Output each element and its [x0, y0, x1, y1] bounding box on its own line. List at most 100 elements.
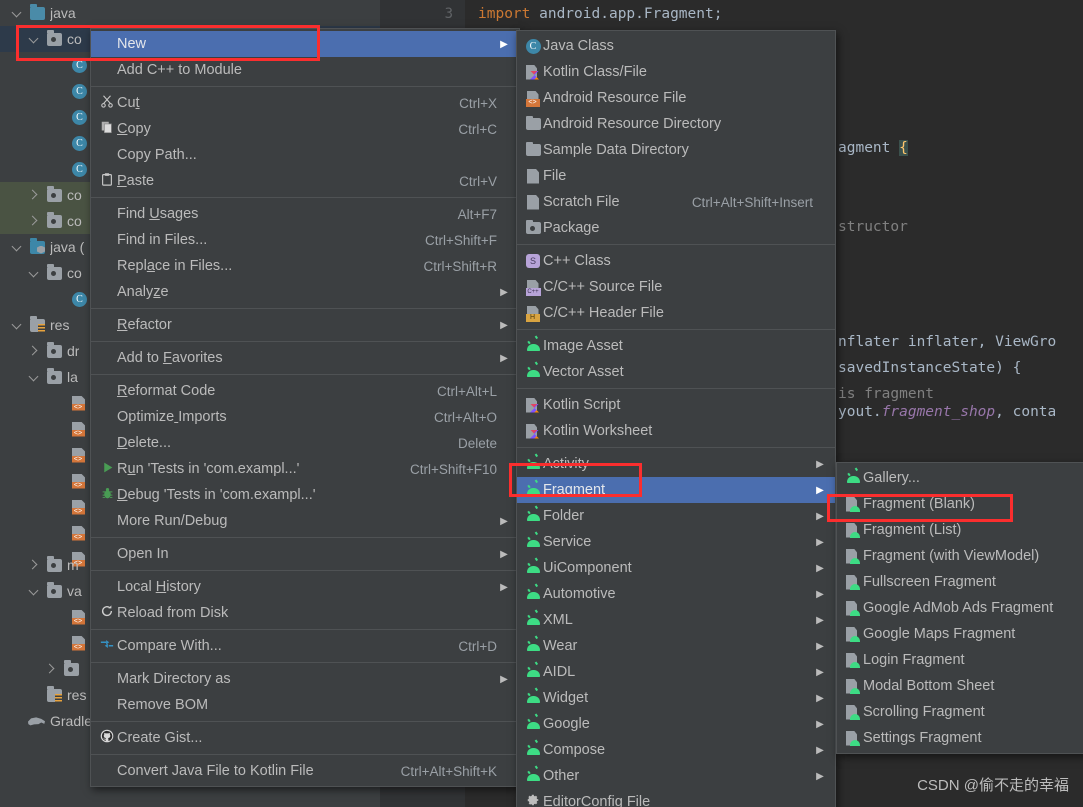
- menu-item-kotlin-class-file[interactable]: Kotlin Class/File: [517, 59, 835, 85]
- menu-item-google-maps-fragment[interactable]: Google Maps Fragment: [837, 621, 1083, 647]
- menu-item-fragment-blank[interactable]: Fragment (Blank): [837, 491, 1083, 517]
- tree-row[interactable]: java: [0, 0, 380, 26]
- menu-item-scratch-file[interactable]: Scratch File Ctrl+Alt+Shift+Insert: [517, 189, 835, 215]
- menu-item-create-gist[interactable]: Create Gist...: [91, 725, 519, 751]
- chevron-down-icon[interactable]: [27, 370, 41, 384]
- chevron-right-icon[interactable]: [27, 344, 41, 358]
- java-class-icon: C: [72, 135, 87, 151]
- menu-item-image-asset[interactable]: Image Asset: [517, 333, 835, 359]
- menu-item-copy[interactable]: Copy Ctrl+C: [91, 116, 519, 142]
- file-icon: [527, 168, 539, 184]
- menu-item-paste[interactable]: Paste Ctrl+V: [91, 168, 519, 194]
- menu-item-folder[interactable]: Folder ▶: [517, 503, 835, 529]
- menu-item-c-c-header-file[interactable]: C/C++ Header File: [517, 300, 835, 326]
- menu-item-file[interactable]: File: [517, 163, 835, 189]
- menu-item-remove-bom[interactable]: Remove BOM: [91, 692, 519, 718]
- chevron-down-icon[interactable]: [10, 6, 24, 20]
- menu-item-fragment-list[interactable]: Fragment (List): [837, 517, 1083, 543]
- menu-item-label: Analyze: [117, 284, 169, 300]
- menu-item-fragment[interactable]: Fragment ▶: [517, 477, 835, 503]
- menu-item-kotlin-worksheet[interactable]: Kotlin Worksheet: [517, 418, 835, 444]
- menu-item-java-class[interactable]: C Java Class: [517, 33, 835, 59]
- new-submenu[interactable]: CJava Class Kotlin Class/File Android Reso…: [516, 30, 836, 807]
- java-class-icon: C: [72, 109, 87, 125]
- menu-item-cut[interactable]: Cut Ctrl+X: [91, 90, 519, 116]
- menu-item-vector-asset[interactable]: Vector Asset: [517, 359, 835, 385]
- menu-item-label: Wear: [543, 638, 578, 654]
- menu-item-icon-slot: [523, 368, 543, 377]
- menu-item-delete[interactable]: Delete... Delete: [91, 430, 519, 456]
- menu-item-compose[interactable]: Compose ▶: [517, 737, 835, 763]
- chevron-down-icon[interactable]: [27, 584, 41, 598]
- menu-item-shortcut: Ctrl+Alt+O: [433, 409, 497, 425]
- menu-item-c-c-source-file[interactable]: C/C++ Source File: [517, 274, 835, 300]
- menu-item-compare-with[interactable]: Compare With... Ctrl+D: [91, 633, 519, 659]
- menu-item-google-admob-ads-fragment[interactable]: Google AdMob Ads Fragment: [837, 595, 1083, 621]
- menu-item-mark-directory-as[interactable]: Mark Directory as ▶: [91, 666, 519, 692]
- menu-item-automotive[interactable]: Automotive ▶: [517, 581, 835, 607]
- run-icon: [101, 461, 114, 478]
- menu-item-modal-bottom-sheet[interactable]: Modal Bottom Sheet: [837, 673, 1083, 699]
- menu-item-shortcut: Ctrl+Shift+F: [424, 232, 497, 248]
- menu-item-aidl[interactable]: AIDL ▶: [517, 659, 835, 685]
- menu-item-reload-from-disk[interactable]: Reload from Disk: [91, 600, 519, 626]
- menu-item-c-class[interactable]: S C++ Class: [517, 248, 835, 274]
- menu-item-login-fragment[interactable]: Login Fragment: [837, 647, 1083, 673]
- menu-item-more-run-debug[interactable]: More Run/Debug ▶: [91, 508, 519, 534]
- chevron-down-icon[interactable]: [27, 266, 41, 280]
- android-resource-file-icon: [525, 91, 540, 107]
- menu-item-label: Fragment (Blank): [863, 496, 976, 512]
- menu-item-android-resource-file[interactable]: Android Resource File: [517, 85, 835, 111]
- menu-item-add-to-favorites[interactable]: Add to Favorites ▶: [91, 345, 519, 371]
- menu-item-activity[interactable]: Activity ▶: [517, 451, 835, 477]
- menu-item-replace-in-files[interactable]: Replace in Files... Ctrl+Shift+R: [91, 253, 519, 279]
- menu-item-uicomponent[interactable]: UiComponent ▶: [517, 555, 835, 581]
- menu-item-label: Remove BOM: [117, 697, 209, 713]
- menu-item-android-resource-directory[interactable]: Android Resource Directory: [517, 111, 835, 137]
- chevron-down-icon[interactable]: [27, 32, 41, 46]
- menu-item-run-tests-in-com-exampl[interactable]: Run 'Tests in 'com.exampl...' Ctrl+Shift+…: [91, 456, 519, 482]
- menu-item-package[interactable]: Package: [517, 215, 835, 241]
- menu-item-icon-slot: C: [523, 38, 543, 54]
- menu-item-optimize-imports[interactable]: Optimize Imports Ctrl+Alt+O: [91, 404, 519, 430]
- menu-item-debug-tests-in-com-exampl[interactable]: Debug 'Tests in 'com.exampl...': [91, 482, 519, 508]
- chevron-right-icon[interactable]: [27, 214, 41, 228]
- menu-item-kotlin-script[interactable]: Kotlin Script: [517, 392, 835, 418]
- chevron-right-icon[interactable]: [44, 662, 58, 676]
- file-context-menu[interactable]: New ▶ Add C++ to Module Cut Ctrl+X Copy Ctrl+C…: [90, 28, 520, 787]
- menu-item-wear[interactable]: Wear ▶: [517, 633, 835, 659]
- menu-item-add-c-to-module[interactable]: Add C++ to Module: [91, 57, 519, 83]
- menu-item-widget[interactable]: Widget ▶: [517, 685, 835, 711]
- menu-item-editorconfig-file[interactable]: EditorConfig File: [517, 789, 835, 807]
- menu-item-new[interactable]: New ▶: [91, 31, 519, 57]
- menu-item-refactor[interactable]: Refactor ▶: [91, 312, 519, 338]
- menu-item-service[interactable]: Service ▶: [517, 529, 835, 555]
- menu-item-icon-slot: [523, 460, 543, 469]
- menu-item-icon-slot: [523, 668, 543, 677]
- menu-item-local-history[interactable]: Local History ▶: [91, 574, 519, 600]
- menu-item-find-usages[interactable]: Find Usages Alt+F7: [91, 201, 519, 227]
- chevron-right-icon[interactable]: [27, 188, 41, 202]
- menu-item-copy-path[interactable]: Copy Path...: [91, 142, 519, 168]
- menu-item-analyze[interactable]: Analyze ▶: [91, 279, 519, 305]
- menu-item-other[interactable]: Other ▶: [517, 763, 835, 789]
- java-class-icon: C: [72, 291, 87, 307]
- menu-item-sample-data-directory[interactable]: Sample Data Directory: [517, 137, 835, 163]
- chevron-down-icon[interactable]: [10, 318, 24, 332]
- menu-item-reformat-code[interactable]: Reformat Code Ctrl+Alt+L: [91, 378, 519, 404]
- chevron-down-icon[interactable]: [10, 240, 24, 254]
- menu-item-convert-java-file-to-kotlin-file[interactable]: Convert Java File to Kotlin File Ctrl+Alt…: [91, 758, 519, 784]
- menu-item-label: Widget: [543, 690, 589, 706]
- menu-item-fullscreen-fragment[interactable]: Fullscreen Fragment: [837, 569, 1083, 595]
- menu-item-icon-slot: [843, 474, 863, 483]
- menu-item-find-in-files[interactable]: Find in Files... Ctrl+Shift+F: [91, 227, 519, 253]
- menu-item-open-in[interactable]: Open In ▶: [91, 541, 519, 567]
- menu-item-xml[interactable]: XML ▶: [517, 607, 835, 633]
- menu-item-scrolling-fragment[interactable]: Scrolling Fragment: [837, 699, 1083, 725]
- menu-item-google[interactable]: Google ▶: [517, 711, 835, 737]
- fragment-submenu[interactable]: Gallery... Fragment (Blank) Fragment (List…: [836, 462, 1083, 754]
- menu-item-fragment-with-viewmodel[interactable]: Fragment (with ViewModel): [837, 543, 1083, 569]
- chevron-right-icon[interactable]: [27, 558, 41, 572]
- menu-item-gallery[interactable]: Gallery...: [837, 465, 1083, 491]
- menu-item-settings-fragment[interactable]: Settings Fragment: [837, 725, 1083, 751]
